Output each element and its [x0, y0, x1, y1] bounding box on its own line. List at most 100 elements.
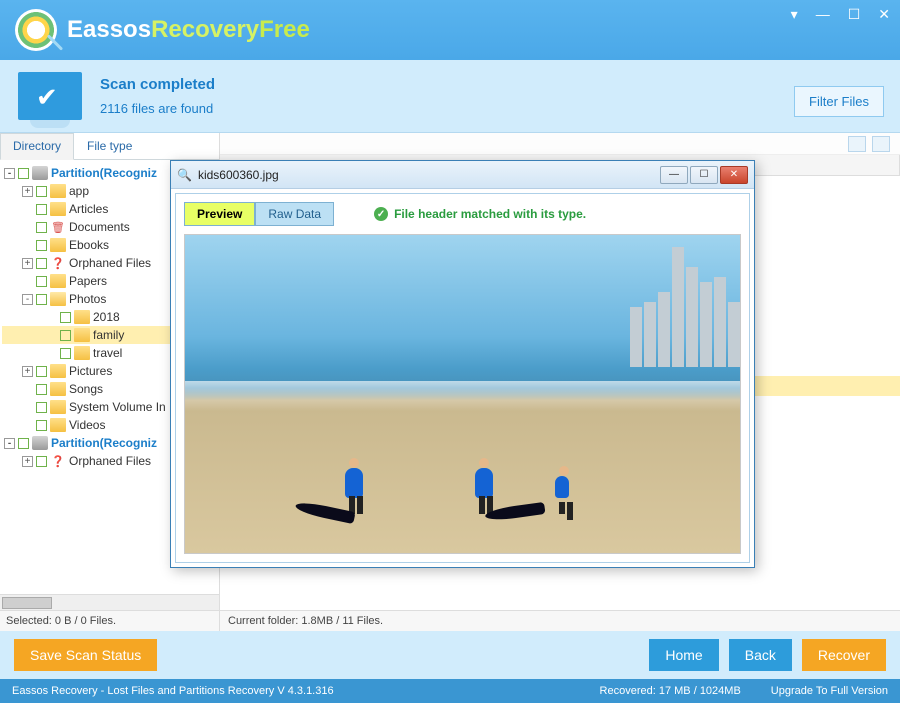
- tab-directory[interactable]: Directory: [0, 133, 74, 160]
- status-bar: Eassos Recovery - Lost Files and Partiti…: [0, 679, 900, 703]
- tree-checkbox[interactable]: [36, 366, 47, 377]
- tree-item-label: Songs: [69, 382, 103, 396]
- back-button[interactable]: Back: [729, 639, 792, 671]
- brand-part-2: Recovery: [151, 16, 259, 43]
- tree-item-label: Papers: [69, 274, 107, 288]
- tree-checkbox[interactable]: [36, 456, 47, 467]
- scan-status-count: 2116 files are found: [100, 101, 215, 116]
- status-app-version: Eassos Recovery - Lost Files and Partiti…: [12, 685, 334, 697]
- recover-button[interactable]: Recover: [802, 639, 886, 671]
- tree-item-label: Orphaned Files: [69, 454, 151, 468]
- tree-checkbox[interactable]: [36, 186, 47, 197]
- folder-icon: [50, 202, 66, 216]
- app-logo-icon: [15, 9, 57, 51]
- tree-expand-icon: [22, 222, 33, 233]
- tree-checkbox[interactable]: [60, 330, 71, 341]
- preview-header-match-message: ✓ File header matched with its type.: [374, 207, 586, 221]
- tree-expand-icon[interactable]: -: [4, 168, 15, 179]
- tree-checkbox[interactable]: [60, 348, 71, 359]
- window-dropdown-icon[interactable]: ▾: [791, 6, 798, 23]
- tree-expand-icon: [22, 384, 33, 395]
- folder-icon: [50, 274, 66, 288]
- scan-banner: ✔ Scan completed 2116 files are found Fi…: [0, 60, 900, 133]
- preview-titlebar[interactable]: 🔍 kids600360.jpg — ☐ ✕: [171, 161, 754, 189]
- preview-title: kids600360.jpg: [198, 168, 279, 182]
- status-recovered: Recovered: 17 MB / 1024MB: [600, 685, 741, 697]
- tab-file-type[interactable]: File type: [74, 133, 145, 159]
- tree-checkbox[interactable]: [36, 294, 47, 305]
- tree-item-label: Partition(Recogniz: [51, 166, 157, 180]
- tree-item-label: Orphaned Files: [69, 256, 151, 270]
- tree-item-label: System Volume In: [69, 400, 166, 414]
- preview-maximize-button[interactable]: ☐: [690, 166, 718, 184]
- preview-close-button[interactable]: ✕: [720, 166, 748, 184]
- tree-checkbox[interactable]: [18, 168, 29, 179]
- selection-status: Selected: 0 B / 0 Files.: [0, 610, 219, 631]
- view-toggle: [220, 133, 900, 155]
- scan-status-title: Scan completed: [100, 76, 215, 93]
- tree-expand-icon[interactable]: +: [22, 366, 33, 377]
- hdd-icon: [32, 436, 48, 450]
- monitor-icon: ✔: [18, 72, 82, 120]
- tree-checkbox[interactable]: [36, 420, 47, 431]
- tree-item-label: Ebooks: [69, 238, 109, 252]
- window-minimize-icon[interactable]: —: [816, 6, 830, 23]
- tree-expand-icon: [46, 312, 57, 323]
- tree-expand-icon[interactable]: -: [4, 438, 15, 449]
- preview-file-icon: 🔍: [177, 168, 192, 182]
- tree-expand-icon[interactable]: +: [22, 186, 33, 197]
- bottom-bar: Save Scan Status Home Back Recover: [0, 631, 900, 679]
- tree-checkbox[interactable]: [36, 258, 47, 269]
- tree-expand-icon: [46, 330, 57, 341]
- preview-tab-preview[interactable]: Preview: [184, 202, 255, 226]
- tree-checkbox[interactable]: [36, 276, 47, 287]
- tree-item-label: 2018: [93, 310, 120, 324]
- tree-expand-icon[interactable]: +: [22, 456, 33, 467]
- folder-icon: [74, 346, 90, 360]
- check-icon: ✓: [374, 207, 388, 221]
- view-list-button[interactable]: [872, 136, 890, 152]
- preview-image: [184, 234, 741, 554]
- tree-checkbox[interactable]: [36, 384, 47, 395]
- folder-status: Current folder: 1.8MB / 11 Files.: [220, 610, 900, 631]
- tree-checkbox[interactable]: [36, 402, 47, 413]
- tree-checkbox[interactable]: [60, 312, 71, 323]
- trash-icon: 🗑: [50, 220, 66, 234]
- tree-item-label: app: [69, 184, 89, 198]
- preview-window-controls: — ☐ ✕: [660, 166, 748, 184]
- home-button[interactable]: Home: [649, 639, 718, 671]
- tree-expand-icon: [22, 276, 33, 287]
- title-bar: EassosRecoveryFree ▾ — ☐ ✕: [0, 0, 900, 60]
- tree-checkbox[interactable]: [36, 222, 47, 233]
- upgrade-link[interactable]: Upgrade To Full Version: [771, 685, 888, 697]
- save-scan-status-button[interactable]: Save Scan Status: [14, 639, 157, 671]
- tree-expand-icon[interactable]: +: [22, 258, 33, 269]
- window-maximize-icon[interactable]: ☐: [848, 6, 861, 23]
- banner-text: Scan completed 2116 files are found: [100, 76, 215, 116]
- tree-expand-icon: [22, 420, 33, 431]
- preview-body: Preview Raw Data ✓ File header matched w…: [175, 193, 750, 563]
- preview-minimize-button[interactable]: —: [660, 166, 688, 184]
- tree-expand-icon[interactable]: -: [22, 294, 33, 305]
- folder-open-icon: [50, 292, 66, 306]
- tree-item-label: family: [93, 328, 124, 342]
- hdd-icon: [32, 166, 48, 180]
- folder-icon: [50, 184, 66, 198]
- tree-item-label: Partition(Recogniz: [51, 436, 157, 450]
- orphan-icon: ❓: [50, 256, 66, 270]
- brand-part-3: Free: [259, 16, 310, 43]
- tree-expand-icon: [22, 240, 33, 251]
- tree-checkbox[interactable]: [36, 204, 47, 215]
- tree-item-label: Articles: [69, 202, 108, 216]
- folder-icon: [74, 328, 90, 342]
- tree-hscrollbar[interactable]: [0, 594, 219, 610]
- folder-icon: [74, 310, 90, 324]
- tree-checkbox[interactable]: [36, 240, 47, 251]
- filter-files-button[interactable]: Filter Files: [794, 86, 884, 117]
- tree-expand-icon: [22, 402, 33, 413]
- tree-checkbox[interactable]: [18, 438, 29, 449]
- preview-tab-raw-data[interactable]: Raw Data: [255, 202, 334, 226]
- tree-item-label: travel: [93, 346, 122, 360]
- view-grid-button[interactable]: [848, 136, 866, 152]
- window-close-icon[interactable]: ✕: [878, 6, 890, 23]
